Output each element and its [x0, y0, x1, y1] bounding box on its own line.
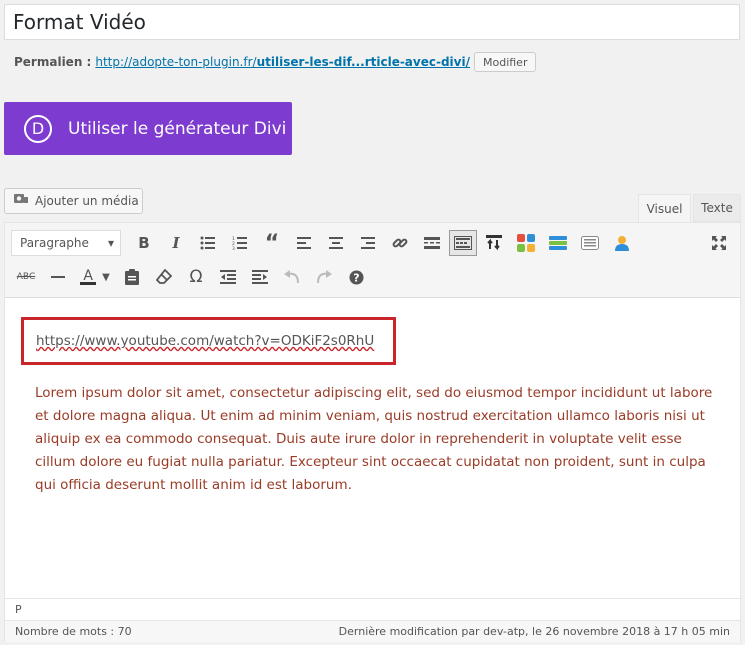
post-title-text: Format Vidéo: [13, 10, 146, 34]
toolbar-row-2: ABC A ▼ Ω ?: [11, 262, 373, 292]
horizontal-line-icon[interactable]: [43, 263, 73, 291]
permalink-label: Permalien :: [14, 55, 92, 69]
redo-icon[interactable]: [309, 263, 339, 291]
paste-text-icon[interactable]: [117, 263, 147, 291]
clear-formatting-icon[interactable]: [149, 263, 179, 291]
link-icon[interactable]: [385, 229, 415, 257]
svg-text:3: 3: [232, 246, 235, 250]
numbered-list-icon[interactable]: 123: [225, 229, 255, 257]
special-character-icon[interactable]: Ω: [181, 263, 211, 291]
modify-permalink-button[interactable]: Modifier: [473, 52, 537, 72]
user-icon[interactable]: [607, 229, 637, 257]
element-path: P: [5, 598, 740, 620]
toolbar-toggle-icon[interactable]: [449, 230, 477, 256]
divi-builder-label: Utiliser le générateur Divi: [68, 118, 287, 139]
divi-logo-icon: D: [24, 114, 52, 143]
permalink-row: Permalien : http://adopte-ton-plugin.fr/…: [14, 52, 537, 72]
video-url-highlight: https://www.youtube.com/watch?v=ODKiF2s0…: [21, 317, 396, 365]
align-left-icon[interactable]: [289, 229, 319, 257]
element-path-tag[interactable]: P: [15, 603, 22, 616]
editor-content[interactable]: https://www.youtube.com/watch?v=ODKiF2s0…: [5, 298, 740, 598]
indent-icon[interactable]: [245, 263, 275, 291]
layout-icon[interactable]: [543, 229, 573, 257]
italic-icon[interactable]: I: [161, 229, 191, 257]
tab-texte[interactable]: Texte: [693, 194, 741, 222]
video-url-text: https://www.youtube.com/watch?v=ODKiF2s0…: [36, 333, 375, 349]
insert-icon[interactable]: [479, 229, 509, 257]
add-media-label: Ajouter un média: [35, 194, 139, 208]
permalink-link[interactable]: http://adopte-ton-plugin.fr/utiliser-les…: [95, 55, 470, 69]
outdent-icon[interactable]: [213, 263, 243, 291]
camera-music-icon: [13, 192, 29, 210]
text-color-chevron-icon: ▼: [102, 271, 110, 283]
post-title-input[interactable]: Format Vidéo: [4, 4, 740, 40]
body-paragraph: Lorem ipsum dolor sit amet, consectetur …: [35, 385, 713, 493]
svg-text:?: ?: [353, 271, 359, 284]
blockquote-icon[interactable]: “: [257, 229, 287, 257]
help-icon[interactable]: ?: [341, 263, 371, 291]
editor-toolbar: Paragraphe ▾ B I 123 “ ABC A ▼ Ω ?: [5, 223, 740, 298]
permalink-slug: utiliser-les-dif...rticle-avec-divi/: [256, 55, 470, 69]
editor: Paragraphe ▾ B I 123 “ ABC A ▼ Ω ? https…: [4, 222, 741, 642]
strikethrough-icon[interactable]: ABC: [11, 263, 41, 291]
permalink-base: http://adopte-ton-plugin.fr/: [95, 55, 257, 69]
align-center-icon[interactable]: [321, 229, 351, 257]
add-media-button[interactable]: Ajouter un média: [4, 188, 143, 214]
tab-visuel[interactable]: Visuel: [638, 194, 691, 222]
last-modified: Dernière modification par dev-atp, le 26…: [338, 625, 730, 638]
page-icon[interactable]: [575, 229, 605, 257]
word-count: Nombre de mots : 70: [15, 625, 132, 638]
fullscreen-icon[interactable]: [706, 229, 732, 257]
status-bar: Nombre de mots : 70 Dernière modificatio…: [5, 620, 740, 642]
divi-builder-button[interactable]: D Utiliser le générateur Divi: [4, 102, 292, 155]
shortcode-grid-icon[interactable]: [511, 229, 541, 257]
format-select-value: Paragraphe: [20, 236, 89, 250]
chevron-down-icon: ▾: [107, 236, 114, 250]
text-color-icon[interactable]: A ▼: [75, 263, 115, 291]
read-more-icon[interactable]: [417, 229, 447, 257]
bulleted-list-icon[interactable]: [193, 229, 223, 257]
format-select[interactable]: Paragraphe ▾: [11, 230, 121, 256]
toolbar-row-1: Paragraphe ▾ B I 123 “: [11, 228, 639, 258]
align-right-icon[interactable]: [353, 229, 383, 257]
undo-icon[interactable]: [277, 263, 307, 291]
bold-icon[interactable]: B: [129, 229, 159, 257]
